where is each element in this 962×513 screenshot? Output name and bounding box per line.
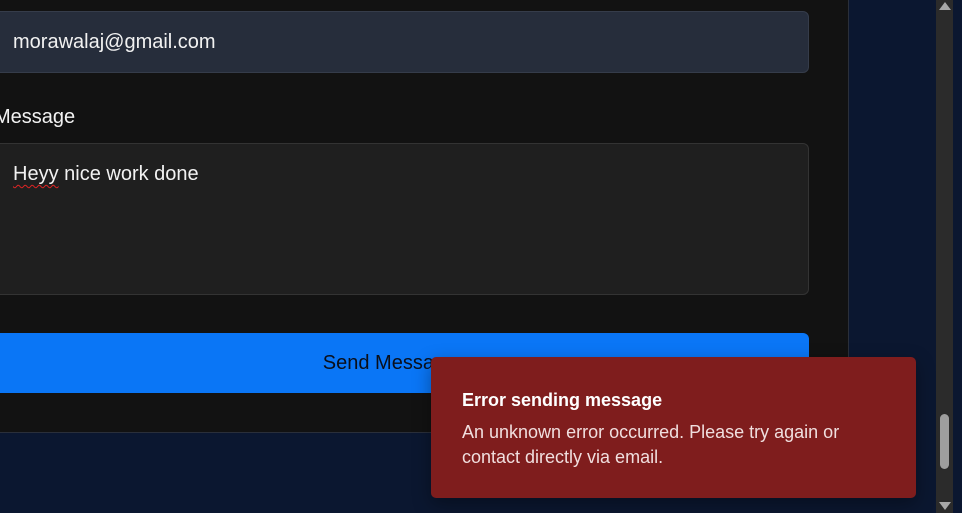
vertical-scrollbar[interactable] (936, 0, 953, 513)
message-field[interactable]: Heyy nice work done (0, 143, 809, 295)
email-value: morawalaj@gmail.com (13, 31, 216, 53)
scroll-thumb[interactable] (940, 414, 949, 469)
message-text: nice work done (58, 163, 199, 185)
toast-body: An unknown error occurred. Please try ag… (462, 422, 840, 467)
scroll-up-arrow-icon[interactable] (939, 2, 951, 10)
toast-title: Error sending message (462, 390, 663, 410)
error-toast[interactable]: Error sending message An unknown error o… (431, 357, 916, 498)
page: morawalaj@gmail.com Message Heyy nice wo… (0, 0, 962, 513)
scroll-down-arrow-icon[interactable] (939, 502, 951, 510)
email-field[interactable]: morawalaj@gmail.com (0, 11, 809, 73)
message-label: Message (0, 106, 76, 128)
misspelled-word: Heyy (13, 163, 59, 185)
page-edge (953, 0, 962, 513)
